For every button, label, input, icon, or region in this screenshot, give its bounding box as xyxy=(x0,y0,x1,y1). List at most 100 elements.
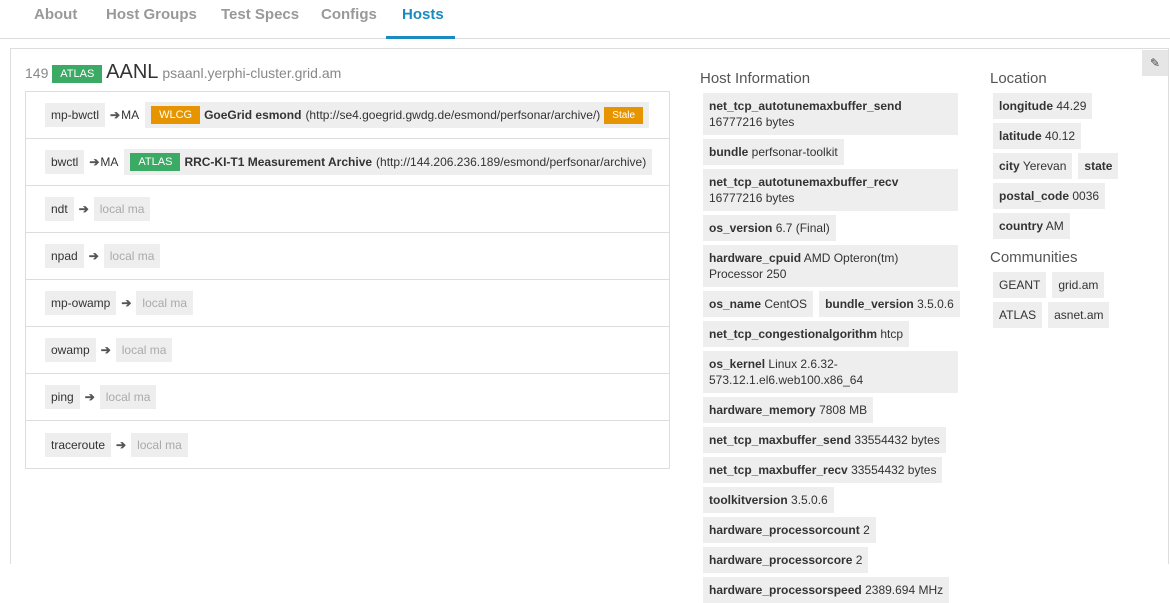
test-row: ping ➔ local ma xyxy=(26,374,669,421)
test-row: owamp ➔ local ma xyxy=(26,327,669,374)
location-item: state xyxy=(1078,153,1119,179)
host-info-item: net_tcp_autotunemaxbuffer_recv 16777216 … xyxy=(703,169,958,211)
host-info-item-value: 33554432 bytes xyxy=(851,463,937,477)
host-info-item-key: hardware_memory xyxy=(709,403,816,417)
test-service: traceroute xyxy=(45,432,112,457)
location-item-key: postal_code xyxy=(999,189,1070,203)
host-hostname: psaanl.yerphi-cluster.grid.am xyxy=(162,65,342,81)
community-tag[interactable]: ATLAS xyxy=(993,302,1043,328)
host-info-item-key: hardware_cpuid xyxy=(709,251,802,265)
ma-community-badge: WLCG xyxy=(151,106,201,124)
host-info-item: net_tcp_autotunemaxbuffer_send 16777216 … xyxy=(703,93,958,135)
host-info-item-value: CentOS xyxy=(764,297,808,311)
arrow-right-icon: ➔ xyxy=(100,343,111,357)
test-row: npad ➔ local ma xyxy=(26,233,669,280)
arrow-right-icon: ➔ xyxy=(78,202,89,216)
community-tag[interactable]: GEANT xyxy=(993,272,1047,298)
test-service: ndt xyxy=(45,197,74,221)
ma-label: MA xyxy=(121,108,140,122)
host-info-item-key: net_tcp_maxbuffer_recv xyxy=(709,463,848,477)
test-service: ping xyxy=(45,385,80,409)
arrow-right-icon: ➔ xyxy=(110,108,121,122)
community-badge: ATLAS xyxy=(52,65,103,84)
ma-url: (http://se4.goegrid.gwdg.de/esmond/perfs… xyxy=(305,108,601,122)
host-info-item: hardware_processorcore 2 xyxy=(703,547,869,573)
host-info-item-value: 33554432 bytes xyxy=(854,433,940,447)
ma-label: MA xyxy=(100,155,119,169)
host-info-item-value: 3.5.0.6 xyxy=(791,493,828,507)
test-row: mp-bwctl ➔ MA WLCG GoeGrid esmond (http://se4… xyxy=(26,92,669,139)
host-info-item-value: perfsonar-toolkit xyxy=(751,145,838,159)
location-item-key: country xyxy=(999,219,1044,233)
host-info-item: bundle_version 3.5.0.6 xyxy=(819,291,960,317)
location-item: longitude 44.29 xyxy=(993,93,1093,119)
location-item-value: 44.29 xyxy=(1056,99,1087,113)
host-info-item-value: 16777216 bytes xyxy=(709,191,795,205)
location-item-value: 0036 xyxy=(1072,189,1100,203)
host-info-item: os_version 6.7 (Final) xyxy=(703,215,836,241)
ma-archive[interactable]: ATLAS RRC-KI-T1 Measurement Archive (http:… xyxy=(124,149,653,175)
host-info-item-value: 16777216 bytes xyxy=(709,115,795,129)
host-info-item-key: net_tcp_autotunemaxbuffer_send xyxy=(709,99,902,113)
arrow-right-icon: ➔ xyxy=(116,437,127,452)
host-info-item: hardware_memory 7808 MB xyxy=(703,397,874,423)
host-info-section: Host Information net_tcp_autotunemaxbuff… xyxy=(700,70,960,603)
host-info-item: net_tcp_maxbuffer_send 33554432 bytes xyxy=(703,427,946,453)
host-info-item-key: net_tcp_congestionalgorithm xyxy=(709,327,878,341)
community-tag[interactable]: asnet.am xyxy=(1048,302,1110,328)
host-info-item-key: hardware_processorcount xyxy=(709,523,860,537)
ma-name: RRC-KI-T1 Measurement Archive xyxy=(184,155,373,169)
location-item-value: Yerevan xyxy=(1022,159,1067,173)
location-item-value: 40.12 xyxy=(1045,129,1076,143)
edit-button[interactable]: ✎ xyxy=(1142,50,1168,76)
host-info-item: os_kernel Linux 2.6.32-573.12.1.el6.web1… xyxy=(703,351,958,393)
test-service: bwctl xyxy=(45,150,85,174)
test-row: traceroute ➔ local ma xyxy=(26,421,669,468)
host-info-item-value: 2 xyxy=(855,553,863,567)
host-info-item-value: 6.7 (Final) xyxy=(775,221,830,235)
host-info-item: net_tcp_maxbuffer_recv 33554432 bytes xyxy=(703,457,943,483)
host-info-item-value: 7808 MB xyxy=(819,403,868,417)
host-info-item-key: os_kernel xyxy=(709,357,766,371)
test-service: owamp xyxy=(45,338,96,362)
location-item: country AM xyxy=(993,213,1070,239)
local-ma: local ma xyxy=(99,385,157,409)
nav-tabs: About Host Groups Test Specs Configs Hos… xyxy=(0,0,1170,39)
host-info-item: bundle perfsonar-toolkit xyxy=(703,139,844,165)
ma-url: (http://144.206.236.189/esmond/perfsonar… xyxy=(376,155,647,169)
host-info-item-value: 3.5.0.6 xyxy=(917,297,954,311)
location-section: Location longitude 44.29 latitude 40.12 ci… xyxy=(990,70,1130,328)
host-info-item-key: bundle_version xyxy=(825,297,914,311)
test-row: ndt ➔ local ma xyxy=(26,186,669,233)
arrow-right-icon: ➔ xyxy=(121,296,132,310)
host-id: 149 xyxy=(25,65,49,81)
host-info-item: hardware_processorcount 2 xyxy=(703,517,876,543)
tab-hosts[interactable]: Hosts xyxy=(386,0,455,39)
tab-about[interactable]: About xyxy=(18,0,93,39)
location-item-key: state xyxy=(1084,159,1113,173)
host-info-item-value: 2 xyxy=(863,523,870,537)
host-info-item-key: bundle xyxy=(709,145,749,159)
tab-test-specs[interactable]: Test Specs xyxy=(205,0,315,39)
local-ma: local ma xyxy=(136,291,194,315)
host-info-item-key: os_version xyxy=(709,221,773,235)
host-info-item: toolkitversion 3.5.0.6 xyxy=(703,487,834,513)
edit-icon: ✎ xyxy=(1149,56,1161,70)
location-item-key: city xyxy=(999,159,1020,173)
community-tag[interactable]: grid.am xyxy=(1052,272,1105,298)
communities-title: Communities xyxy=(990,249,1078,266)
local-ma: local ma xyxy=(115,338,173,362)
test-service: mp-bwctl xyxy=(45,103,106,127)
host-info-title: Host Information xyxy=(700,70,811,87)
tab-host-groups[interactable]: Host Groups xyxy=(90,0,213,39)
host-info-item-key: net_tcp_autotunemaxbuffer_recv xyxy=(709,175,899,189)
location-item-value: AM xyxy=(1045,219,1064,233)
host-info-item: os_name CentOS xyxy=(703,291,814,317)
tab-configs[interactable]: Configs xyxy=(305,0,393,39)
test-service: mp-owamp xyxy=(45,291,117,315)
location-item-key: latitude xyxy=(999,129,1042,143)
host-info-item-key: hardware_processorcore xyxy=(709,553,853,567)
status-badge: Stale xyxy=(604,106,644,124)
host-info-item-value: 2389.694 MHz xyxy=(865,583,944,597)
ma-archive[interactable]: WLCG GoeGrid esmond (http://se4.goegrid.gw… xyxy=(145,102,650,128)
